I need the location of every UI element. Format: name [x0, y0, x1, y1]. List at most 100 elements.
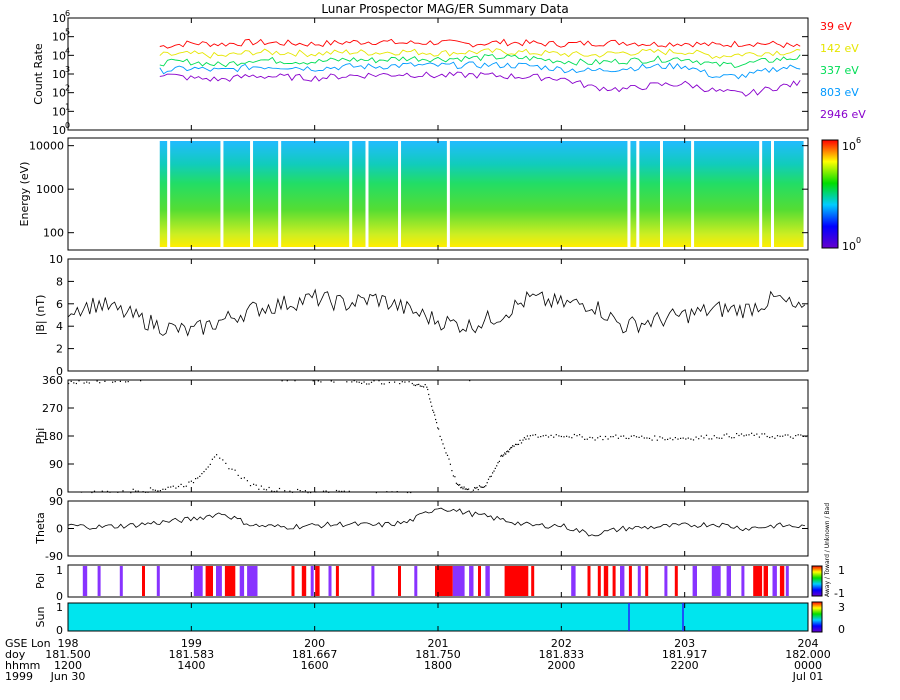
phi-point	[263, 488, 265, 490]
phi-point	[83, 382, 85, 384]
sun-colorbar	[811, 601, 823, 633]
phi-point	[281, 380, 283, 382]
pol-block	[335, 566, 339, 596]
phi-point	[386, 491, 388, 493]
phi-point	[366, 383, 368, 385]
count-rate-tick-base: 10	[52, 68, 66, 81]
phi-point	[325, 490, 327, 492]
phi-point	[721, 437, 723, 439]
count-rate-tick-exp: 6	[65, 9, 70, 18]
phi-point	[438, 428, 440, 430]
phi-point	[320, 381, 322, 383]
colorbar-top-base: 10	[842, 140, 856, 153]
phi-point	[185, 485, 187, 487]
phi-point	[497, 462, 499, 464]
pol-block	[603, 566, 609, 596]
phi-point	[222, 459, 224, 461]
phi-point	[643, 437, 645, 439]
phi-panel: 360270180900 Phi	[34, 374, 809, 499]
phi-point	[140, 380, 142, 382]
phi-point	[433, 411, 435, 413]
pol-block	[612, 566, 616, 596]
pol-block	[692, 566, 697, 596]
phi-tick-label: 90	[49, 458, 63, 471]
phi-point	[483, 486, 486, 488]
phi-point	[654, 435, 656, 437]
pol-block	[452, 566, 465, 596]
phi-point	[356, 381, 358, 383]
phi-point	[589, 436, 591, 438]
phi-point	[343, 490, 345, 492]
phi-point	[410, 491, 412, 494]
phi-point	[805, 435, 807, 438]
phi-point	[211, 458, 213, 460]
phi-point	[516, 443, 518, 446]
phi-point	[431, 405, 433, 407]
phi-point	[328, 491, 330, 493]
pol-block	[485, 566, 490, 596]
spectrogram-gap	[167, 141, 171, 247]
spectrogram-fill	[159, 141, 804, 247]
phi-point	[633, 435, 635, 437]
count-rate-legend: 39 eV 142 eV 337 eV 803 eV 2946 eV	[820, 20, 866, 121]
phi-point	[237, 474, 239, 476]
legend-entry: 142 eV	[820, 42, 859, 55]
phi-point	[560, 435, 562, 438]
phi-point	[617, 437, 619, 439]
phi-point	[471, 491, 473, 493]
spectrogram-gap	[627, 141, 631, 247]
phi-point	[240, 477, 242, 479]
phi-point	[477, 489, 479, 491]
phi-point	[93, 490, 96, 492]
phi-point	[513, 445, 515, 447]
phi-point	[550, 434, 552, 436]
phi-point	[99, 382, 101, 384]
phi-point	[789, 436, 792, 438]
phi-point	[792, 437, 794, 439]
phi-point	[363, 381, 365, 383]
phi-point	[307, 492, 309, 494]
phi-frame	[67, 379, 809, 493]
phi-point	[612, 436, 614, 438]
pol-block	[726, 566, 731, 596]
phi-point	[733, 437, 735, 439]
phi-point	[602, 439, 604, 441]
legend-entry: 2946 eV	[820, 108, 866, 121]
phi-point	[459, 484, 461, 486]
pol-block	[637, 566, 641, 596]
phi-point	[581, 436, 583, 438]
phi-point	[216, 454, 218, 456]
count-rate-line	[159, 61, 801, 80]
phi-point	[487, 478, 490, 480]
pol-block	[414, 566, 418, 596]
pol-block	[763, 566, 768, 596]
phi-point	[745, 434, 747, 436]
phi-point	[383, 383, 385, 385]
sun-panel: 10 Sun 3 0	[34, 601, 845, 637]
phi-point	[408, 381, 410, 383]
pol-block	[247, 566, 258, 596]
pol-block	[664, 566, 668, 596]
spectrogram-gap	[691, 141, 695, 247]
spectrogram-gap	[759, 141, 763, 247]
pol-block	[315, 566, 320, 596]
pol-block	[571, 566, 576, 596]
phi-point	[703, 437, 705, 439]
phi-point	[731, 437, 733, 439]
pol-colorbar-top: 1	[838, 564, 845, 577]
phi-point	[651, 439, 653, 441]
phi-point	[523, 437, 525, 439]
spectrogram-gap	[250, 141, 254, 247]
phi-point	[705, 434, 708, 436]
phi-point	[427, 388, 429, 391]
phi-point	[685, 438, 687, 440]
phi-point	[761, 433, 763, 435]
phi-point	[758, 436, 760, 438]
pol-block	[772, 566, 777, 596]
pol-block	[753, 566, 763, 596]
phi-point	[219, 457, 221, 459]
theta-panel: 90 0 -90 Theta	[34, 495, 809, 563]
pol-y-ticks: 10	[56, 564, 63, 603]
phi-point	[492, 472, 494, 474]
phi-point	[346, 381, 348, 383]
